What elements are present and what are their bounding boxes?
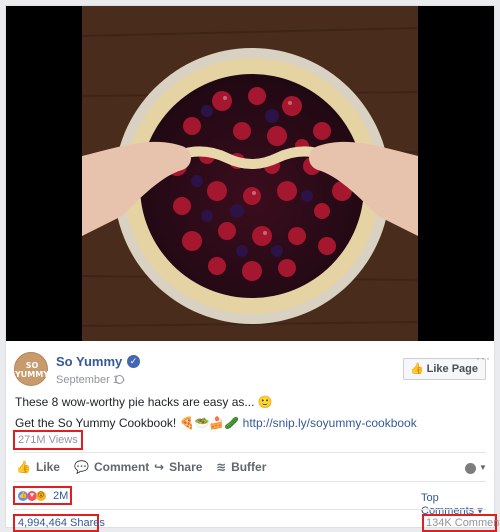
globe-icon	[115, 375, 124, 384]
caption-text: Get the So Yummy Cookbook! 🍕🥗🍰🥒	[15, 416, 243, 430]
page-name-link[interactable]: So Yummy	[56, 354, 122, 369]
video-player[interactable]	[6, 6, 494, 341]
comments-count-link[interactable]: 134K Comments	[422, 514, 500, 532]
share-arrow-icon: ↪	[154, 460, 165, 474]
share-label: Share	[169, 460, 203, 474]
reactions-count: 2M	[53, 490, 69, 502]
viewer-avatar[interactable]	[465, 463, 476, 474]
chevron-down-icon[interactable]: ▼	[479, 463, 487, 472]
reactions-summary[interactable]: 👍 ♥ 😮 2M	[13, 486, 72, 505]
video-thumbnail[interactable]	[82, 6, 418, 341]
like-button[interactable]: 👍 Like	[16, 460, 60, 474]
wow-reaction-icon: 😮	[36, 491, 46, 501]
share-button[interactable]: ↪ Share	[154, 460, 202, 474]
avatar-logo-text: SO YUMMY	[15, 361, 50, 379]
post-header: SO YUMMY So Yummy ✓ September 1 · 👍 Like …	[14, 352, 486, 394]
comment-button[interactable]: 💬 Comment	[74, 460, 149, 474]
views-count: 271M Views	[13, 430, 83, 450]
facebook-video-post: SO YUMMY So Yummy ✓ September 1 · 👍 Like …	[5, 5, 500, 532]
comment-label: Comment	[93, 460, 150, 474]
stack-icon: ≋	[216, 460, 227, 474]
thumbs-up-icon: 👍	[16, 460, 31, 474]
like-page-label: Like Page	[426, 363, 478, 375]
buffer-label: Buffer	[231, 460, 267, 474]
like-page-button[interactable]: 👍 Like Page	[402, 358, 486, 380]
shares-count-link[interactable]: 4,994,464 Shares	[13, 514, 105, 532]
divider	[14, 481, 486, 482]
divider	[14, 452, 486, 453]
post-caption-line2: Get the So Yummy Cookbook! 🍕🥗🍰🥒 http://s…	[15, 416, 417, 430]
post-caption-line1: These 8 wow-worthy pie hacks are easy as…	[15, 395, 273, 409]
page-avatar[interactable]: SO YUMMY	[14, 352, 50, 386]
action-bar: 👍 Like 💬 Comment ↪ Share ≋ Buffer	[14, 457, 486, 479]
post-options-icon[interactable]: ···	[476, 351, 491, 365]
cookbook-link[interactable]: http://snip.ly/soyummy-cookbook	[243, 416, 417, 430]
like-label: Like	[35, 460, 60, 474]
buffer-button[interactable]: ≋ Buffer	[216, 460, 266, 474]
verified-badge-icon: ✓	[127, 355, 140, 368]
divider	[14, 509, 486, 510]
speech-bubble-icon: 💬	[74, 460, 89, 474]
thumbs-up-icon: 👍	[409, 363, 424, 375]
